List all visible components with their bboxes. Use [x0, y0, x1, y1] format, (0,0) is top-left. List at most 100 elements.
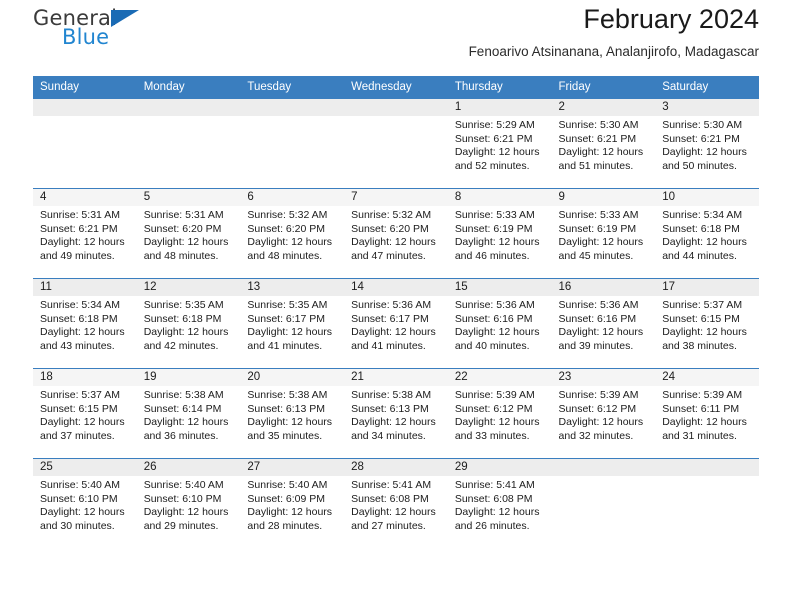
- day-details: Sunrise: 5:38 AM Sunset: 6:13 PM Daylight:…: [240, 386, 344, 443]
- daylight-duration-line1: Daylight: 12 hours: [454, 236, 540, 249]
- day-number: 29: [447, 459, 552, 476]
- daylight-duration-line2: and 29 minutes.: [143, 519, 219, 532]
- day-details: Sunrise: 5:36 AM Sunset: 6:16 PM Daylight:…: [448, 296, 552, 353]
- weekday-header-sunday: Sunday: [33, 76, 137, 99]
- sunrise-time: Sunrise: 5:35 AM: [143, 299, 224, 311]
- sunrise-time: Sunrise: 5:40 AM: [40, 479, 120, 491]
- calendar-day-cell[interactable]: 4 Sunrise: 5:31 AM Sunset: 6:21 PM Daylight…: [33, 188, 137, 279]
- daylight-duration-line2: and 28 minutes.: [247, 519, 323, 532]
- day-details: Sunrise: 5:39 AM Sunset: 6:11 PM Daylight:…: [655, 386, 759, 443]
- general-blue-logo[interactable]: General Blue: [33, 6, 163, 56]
- sunrise-time: Sunrise: 5:38 AM: [351, 389, 432, 401]
- sunset-time: Sunset: 6:18 PM: [662, 222, 740, 235]
- daylight-duration-line1: Daylight: 12 hours: [454, 146, 540, 159]
- weekday-header-saturday: Saturday: [655, 76, 759, 99]
- daylight-duration-line1: Daylight: 12 hours: [247, 326, 333, 339]
- calendar-day-cell[interactable]: 28 Sunrise: 5:41 AM Sunset: 6:08 PM Dayligh…: [344, 458, 448, 549]
- sunrise-time: Sunrise: 5:30 AM: [662, 119, 743, 131]
- calendar-day-cell[interactable]: 26 Sunrise: 5:40 AM Sunset: 6:10 PM Dayligh…: [136, 458, 241, 549]
- day-details: Sunrise: 5:33 AM Sunset: 6:19 PM Daylight:…: [552, 206, 656, 263]
- sunset-time: Sunset: 6:13 PM: [351, 402, 429, 415]
- calendar-day-cell[interactable]: 27 Sunrise: 5:40 AM Sunset: 6:09 PM Dayligh…: [240, 458, 345, 549]
- calendar-week-row: 11 Sunrise: 5:34 AM Sunset: 6:18 PM Dayligh…: [33, 278, 759, 369]
- daylight-duration-line2: and 41 minutes.: [351, 339, 426, 352]
- daylight-duration-line2: and 35 minutes.: [247, 429, 323, 442]
- calendar-day-cell[interactable]: 9 Sunrise: 5:33 AM Sunset: 6:19 PM Daylight…: [551, 188, 656, 279]
- day-number: 8: [447, 189, 552, 206]
- day-details: Sunrise: 5:29 AM Sunset: 6:21 PM Daylight:…: [448, 116, 552, 173]
- sunrise-time: Sunrise: 5:36 AM: [558, 299, 639, 311]
- calendar-day-cell[interactable]: 10 Sunrise: 5:34 AM Sunset: 6:18 PM Dayligh…: [655, 188, 759, 279]
- calendar-day-cell[interactable]: 21 Sunrise: 5:38 AM Sunset: 6:13 PM Dayligh…: [344, 368, 448, 459]
- sunrise-time: Sunrise: 5:38 AM: [143, 389, 224, 401]
- day-number: 6: [240, 189, 345, 206]
- day-number: [344, 99, 448, 116]
- day-details: Sunrise: 5:31 AM Sunset: 6:21 PM Daylight:…: [33, 206, 137, 263]
- daylight-duration-line1: Daylight: 12 hours: [662, 416, 747, 429]
- day-number: 21: [344, 369, 448, 386]
- calendar-day-cell[interactable]: 17 Sunrise: 5:37 AM Sunset: 6:15 PM Dayligh…: [655, 278, 759, 369]
- calendar-day-cell[interactable]: 20 Sunrise: 5:38 AM Sunset: 6:13 PM Dayligh…: [240, 368, 345, 459]
- calendar-empty-cell: [344, 98, 448, 189]
- daylight-duration-line1: Daylight: 12 hours: [40, 506, 125, 519]
- sunset-time: Sunset: 6:20 PM: [143, 222, 222, 235]
- calendar-day-cell[interactable]: 2 Sunrise: 5:30 AM Sunset: 6:21 PM Daylight…: [551, 98, 656, 189]
- calendar-day-cell[interactable]: 15 Sunrise: 5:36 AM Sunset: 6:16 PM Dayligh…: [447, 278, 552, 369]
- calendar-day-cell[interactable]: 5 Sunrise: 5:31 AM Sunset: 6:20 PM Daylight…: [136, 188, 241, 279]
- calendar-day-cell[interactable]: 1 Sunrise: 5:29 AM Sunset: 6:21 PM Daylight…: [447, 98, 552, 189]
- sunrise-time: Sunrise: 5:39 AM: [662, 389, 743, 401]
- sunset-time: Sunset: 6:12 PM: [454, 402, 533, 415]
- daylight-duration-line2: and 26 minutes.: [454, 519, 530, 532]
- calendar-day-cell[interactable]: 14 Sunrise: 5:36 AM Sunset: 6:17 PM Dayligh…: [344, 278, 448, 369]
- day-number: 22: [447, 369, 552, 386]
- day-details: Sunrise: 5:39 AM Sunset: 6:12 PM Daylight:…: [448, 386, 552, 443]
- daylight-duration-line1: Daylight: 12 hours: [454, 506, 540, 519]
- day-details: Sunrise: 5:41 AM Sunset: 6:08 PM Daylight:…: [344, 476, 448, 533]
- day-details: Sunrise: 5:33 AM Sunset: 6:19 PM Daylight:…: [448, 206, 552, 263]
- day-number: 4: [33, 189, 137, 206]
- calendar-page: General Blue February 2024 Fenoarivo Ats…: [0, 0, 792, 612]
- calendar-day-cell[interactable]: 22 Sunrise: 5:39 AM Sunset: 6:12 PM Dayligh…: [447, 368, 552, 459]
- daylight-duration-line1: Daylight: 12 hours: [143, 506, 229, 519]
- sunset-time: Sunset: 6:08 PM: [454, 492, 533, 505]
- calendar-day-cell[interactable]: 3 Sunrise: 5:30 AM Sunset: 6:21 PM Daylight…: [655, 98, 759, 189]
- calendar-day-cell[interactable]: 13 Sunrise: 5:35 AM Sunset: 6:17 PM Dayligh…: [240, 278, 345, 369]
- day-details: Sunrise: 5:37 AM Sunset: 6:15 PM Daylight:…: [655, 296, 759, 353]
- day-number: 23: [551, 369, 656, 386]
- sunset-time: Sunset: 6:16 PM: [558, 312, 637, 325]
- sunrise-time: Sunrise: 5:37 AM: [40, 389, 120, 401]
- sunset-time: Sunset: 6:20 PM: [247, 222, 326, 235]
- calendar-week-row: 18 Sunrise: 5:37 AM Sunset: 6:15 PM Dayligh…: [33, 368, 759, 459]
- day-number: 19: [136, 369, 241, 386]
- weekday-header-friday: Friday: [551, 76, 656, 99]
- daylight-duration-line2: and 49 minutes.: [40, 249, 115, 262]
- calendar-day-cell[interactable]: 23 Sunrise: 5:39 AM Sunset: 6:12 PM Dayligh…: [551, 368, 656, 459]
- calendar-day-cell[interactable]: 19 Sunrise: 5:38 AM Sunset: 6:14 PM Dayligh…: [136, 368, 241, 459]
- sunrise-time: Sunrise: 5:31 AM: [143, 209, 224, 221]
- day-number: [240, 99, 345, 116]
- calendar-day-cell[interactable]: 6 Sunrise: 5:32 AM Sunset: 6:20 PM Daylight…: [240, 188, 345, 279]
- day-details: Sunrise: 5:39 AM Sunset: 6:12 PM Daylight:…: [552, 386, 656, 443]
- calendar-day-cell[interactable]: 29 Sunrise: 5:41 AM Sunset: 6:08 PM Dayligh…: [447, 458, 552, 549]
- sunset-time: Sunset: 6:17 PM: [247, 312, 326, 325]
- calendar-week-row: 4 Sunrise: 5:31 AM Sunset: 6:21 PM Daylight…: [33, 188, 759, 279]
- daylight-duration-line1: Daylight: 12 hours: [558, 236, 644, 249]
- calendar-day-cell[interactable]: 18 Sunrise: 5:37 AM Sunset: 6:15 PM Dayligh…: [33, 368, 137, 459]
- calendar-day-cell[interactable]: 16 Sunrise: 5:36 AM Sunset: 6:16 PM Dayligh…: [551, 278, 656, 369]
- page-header: General Blue February 2024 Fenoarivo Ats…: [33, 0, 759, 72]
- daylight-duration-line2: and 44 minutes.: [662, 249, 737, 262]
- calendar-day-cell[interactable]: 11 Sunrise: 5:34 AM Sunset: 6:18 PM Dayligh…: [33, 278, 137, 369]
- calendar-day-cell[interactable]: 8 Sunrise: 5:33 AM Sunset: 6:19 PM Daylight…: [447, 188, 552, 279]
- sunrise-time: Sunrise: 5:39 AM: [454, 389, 535, 401]
- day-details: Sunrise: 5:36 AM Sunset: 6:17 PM Daylight:…: [344, 296, 448, 353]
- daylight-duration-line2: and 47 minutes.: [351, 249, 426, 262]
- calendar-day-cell[interactable]: 12 Sunrise: 5:35 AM Sunset: 6:18 PM Dayligh…: [136, 278, 241, 369]
- calendar-day-cell[interactable]: 25 Sunrise: 5:40 AM Sunset: 6:10 PM Dayligh…: [33, 458, 137, 549]
- day-number: 27: [240, 459, 345, 476]
- daylight-duration-line1: Daylight: 12 hours: [351, 506, 436, 519]
- calendar-day-cell[interactable]: 7 Sunrise: 5:32 AM Sunset: 6:20 PM Daylight…: [344, 188, 448, 279]
- sunrise-time: Sunrise: 5:35 AM: [247, 299, 328, 311]
- sunset-time: Sunset: 6:14 PM: [143, 402, 222, 415]
- calendar-day-cell[interactable]: 24 Sunrise: 5:39 AM Sunset: 6:11 PM Dayligh…: [655, 368, 759, 459]
- daylight-duration-line2: and 37 minutes.: [40, 429, 115, 442]
